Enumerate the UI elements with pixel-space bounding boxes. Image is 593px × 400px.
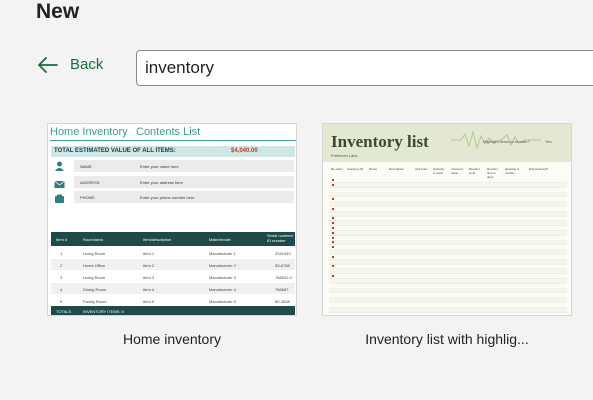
preview-cell: 80-3008: [275, 299, 290, 304]
preview-highlight-value: Yes: [545, 139, 552, 144]
preview-total-label: TOTAL ESTIMATED VALUE OF ALL ITEMS:: [54, 148, 176, 154]
arrow-left-icon: [38, 56, 58, 73]
preview-tab-home-inventory: Home Inventory: [50, 126, 128, 138]
preview-footer-label: TOTALS: [56, 309, 72, 314]
preview-table-row: 5 Family Room Item 5 Manufacturer 5 80-3…: [51, 295, 295, 306]
preview-field-label: ADDRESS:: [80, 180, 101, 185]
preview-cell: Manufacturer 4: [209, 287, 236, 292]
preview-field-value: Enter your address here: [140, 180, 183, 185]
reorder-flag-icon: [332, 198, 334, 201]
reorder-flag-icon: [332, 179, 334, 181]
preview-cell: 2: [60, 263, 63, 268]
envelope-icon: [54, 180, 65, 188]
preview-cell: Family Room: [83, 299, 107, 304]
preview-col: Make/model: [209, 237, 231, 242]
preview-cell: Item 1: [143, 251, 155, 256]
preview-cell: Item 4: [143, 287, 155, 292]
preview-table-row: 3 Living Room Item 3 Manufacturer 3 7883…: [51, 271, 295, 282]
preview-cell: Living Room: [83, 275, 106, 280]
preview-col: Reorder level: [469, 167, 480, 175]
preview-footer-items: INVENTORY ITEMS: 5: [83, 309, 124, 314]
preview-cell: 5: [60, 299, 63, 304]
preview-col: Quantity in stock: [433, 167, 445, 175]
preview-col: Re-order: [331, 167, 343, 171]
phone-icon: [55, 194, 64, 203]
preview-col: Discontinued?: [529, 167, 549, 171]
preview-cell: Manufacturer 5: [209, 299, 236, 304]
preview-cell: Manufacturer 2: [209, 263, 236, 268]
preview-cell: Living Room: [83, 251, 106, 256]
template-thumbnail-home-inventory[interactable]: Home Inventory Contents List TOTAL ESTIM…: [47, 123, 297, 316]
reorder-flag-icon: [332, 275, 334, 277]
preview-col: Item #: [56, 237, 68, 242]
preview-cell: Item 3: [143, 275, 155, 280]
template-card-home-inventory[interactable]: Home Inventory Contents List TOTAL ESTIM…: [47, 123, 297, 363]
preview-grid-row: [329, 307, 567, 313]
preview-cell: 55-6788: [275, 263, 290, 268]
preview-tab-contents-list: Contents List: [136, 126, 201, 138]
template-thumbnail-inventory-list[interactable]: Inventory list Preferred Labs Highlight …: [322, 123, 572, 316]
preview-field-value: Enter your name here: [140, 164, 179, 169]
preview-cell: 1: [60, 251, 63, 256]
preview-col: Item/description: [143, 237, 172, 242]
reorder-flag-icon: [332, 236, 334, 239]
preview-field-value: Enter your phone number here: [140, 195, 195, 200]
preview-field-row: ADDRESS: Enter your address here: [74, 176, 294, 188]
reorder-flag-icon: [332, 222, 334, 225]
reorder-flag-icon: [332, 183, 334, 186]
reorder-flag-icon: [332, 227, 334, 229]
preview-col: Inventory value: [451, 167, 464, 175]
preview-field-label: PHONE:: [80, 195, 96, 200]
preview-header: Home Inventory Contents List: [48, 124, 296, 141]
preview-highlight-label: Highlight items to reorder?: [483, 139, 530, 144]
reorder-flag-icon: [332, 255, 334, 258]
preview-column-headers: Re-order Inventory ID Name Description U…: [329, 166, 567, 179]
template-card-inventory-list[interactable]: Inventory list Preferred Labs Highlight …: [322, 123, 572, 363]
preview-cell: 756687: [275, 287, 289, 292]
preview-cell: Item 2: [143, 263, 155, 268]
preview-field-row: NAME: Enter your name here: [74, 160, 294, 172]
reorder-flag-icon: [332, 246, 334, 249]
search-input[interactable]: [136, 50, 593, 86]
template-caption: Inventory list with highlig...: [365, 331, 529, 347]
preview-cell: 4: [60, 287, 63, 292]
preview-col: Inventory ID: [347, 167, 364, 171]
preview-cell: 3: [60, 275, 63, 280]
preview-table-footer: TOTALS INVENTORY ITEMS: 5: [51, 306, 295, 315]
person-icon: [55, 161, 64, 171]
preview-col: Description: [389, 167, 405, 171]
preview-col: Quantity in reorder: [505, 167, 520, 175]
preview-cell: Manufacturer 3: [209, 275, 236, 280]
page-title: New: [36, 0, 80, 23]
template-caption: Home inventory: [122, 331, 222, 347]
preview-col: Room/area: [83, 237, 103, 242]
preview-table-row: 1 Living Room Item 1 Manufacturer 1 2341…: [51, 247, 295, 258]
preview-cell: 788331-0: [275, 275, 292, 280]
preview-cell: 2341943: [275, 251, 291, 256]
preview-field-row: PHONE: Enter your phone number here: [74, 191, 294, 203]
preview-subtitle: Preferred Labs: [331, 153, 358, 158]
preview-cell: Home Office: [83, 263, 106, 268]
preview-table-header: Item # Room/area Item/description Make/m…: [51, 232, 295, 246]
reorder-flag-icon: [332, 217, 334, 220]
preview-total-value: $4,040.00: [231, 148, 258, 154]
preview-title: Inventory list: [331, 132, 429, 151]
preview-data-grid: [329, 178, 567, 314]
preview-cell: Manufacturer 1: [209, 251, 236, 256]
reorder-flag-icon: [332, 207, 334, 210]
preview-total-bar: TOTAL ESTIMATED VALUE OF ALL ITEMS: $4,0…: [51, 146, 295, 157]
preview-table-row: 4 Dining Room Item 4 Manufacturer 4 7566…: [51, 283, 295, 294]
preview-col: Serial number/ ID number: [267, 233, 294, 243]
preview-cell: Dining Room: [83, 287, 107, 292]
preview-table-row: 2 Home Office Item 2 Manufacturer 2 55-6…: [51, 259, 295, 270]
reorder-flag-icon: [332, 241, 334, 244]
reorder-flag-icon: [332, 265, 334, 268]
preview-col: Name: [369, 167, 378, 171]
preview-cell: Item 5: [143, 299, 155, 304]
reorder-flag-icon: [332, 231, 334, 234]
back-label: Back: [70, 56, 104, 73]
back-button[interactable]: Back: [38, 56, 103, 73]
preview-col: Unit price: [415, 167, 428, 171]
preview-field-label: NAME:: [80, 164, 93, 169]
